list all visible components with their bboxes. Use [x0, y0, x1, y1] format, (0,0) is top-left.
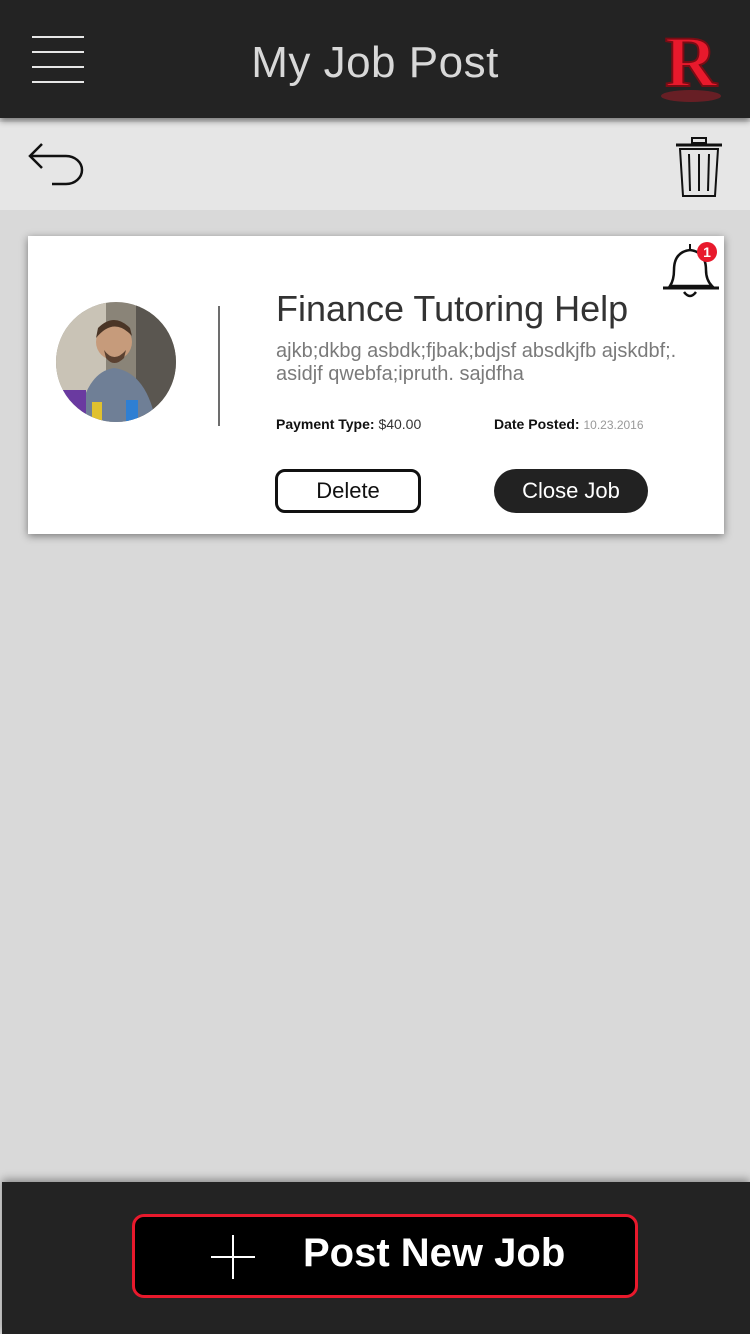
delete-button[interactable]: Delete [275, 469, 421, 513]
payment-label: Payment Type: [276, 416, 375, 432]
footer-bar: Post New Job [2, 1182, 750, 1334]
rutgers-r-logo: R [661, 26, 721, 103]
date-info: Date Posted: 10.23.2016 [494, 416, 644, 432]
app-header: My Job Post R [0, 0, 750, 118]
vertical-divider [218, 306, 220, 426]
job-post-card: 1 Finance Tutoring Help ajkb;dkbg asbdk;… [28, 236, 724, 534]
page-title: My Job Post [251, 38, 499, 87]
job-description: ajkb;dkbg asbdk;fjbak;bdjsf absdkjfb ajs… [276, 340, 677, 385]
payment-value: $40.00 [378, 416, 422, 432]
payment-info: Payment Type: $40.00 [276, 416, 421, 432]
trash-icon[interactable] [674, 136, 724, 198]
close-job-button[interactable]: Close Job [494, 469, 648, 513]
toolbar [0, 122, 750, 210]
avatar [56, 302, 176, 422]
post-new-job-button[interactable]: Post New Job [132, 1214, 638, 1298]
bell-icon[interactable]: 1 [660, 240, 724, 302]
post-new-job-label: Post New Job [303, 1231, 566, 1275]
plus-icon [211, 1235, 255, 1279]
job-title: Finance Tutoring Help [276, 288, 629, 329]
date-label: Date Posted: [494, 416, 580, 432]
undo-arrow-icon[interactable] [26, 140, 88, 186]
logo-letter: R [665, 26, 718, 102]
date-value: 10.23.2016 [583, 418, 644, 432]
notification-count: 1 [703, 244, 711, 260]
